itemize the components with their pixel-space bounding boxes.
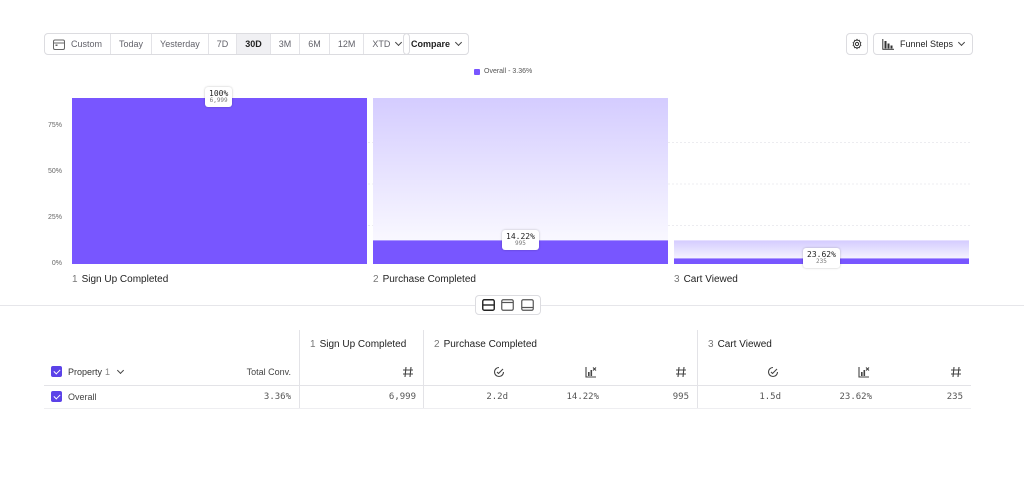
step-name: Sign Up Completed	[319, 339, 407, 350]
step-name: Purchase Completed	[382, 274, 476, 285]
compare-label: Compare	[410, 39, 450, 49]
date-range-30d[interactable]: 30D	[237, 34, 271, 54]
column-divider	[697, 330, 698, 408]
clock-check-icon	[767, 366, 779, 378]
date-range-xtd-label: XTD	[372, 39, 391, 49]
hash-icon	[951, 366, 961, 378]
bottom-panel-layout-icon	[520, 299, 534, 311]
step2-time: 2.2d	[486, 392, 508, 402]
total-conv-header: Total Conv.	[246, 367, 291, 377]
data-label-count: 6,999	[209, 97, 228, 105]
bar-chart-icon	[882, 38, 894, 50]
x-tick-label-step-1: 1 Sign Up Completed	[72, 274, 168, 285]
date-range-today[interactable]: Today	[111, 34, 153, 54]
chart-gridlines	[72, 142, 970, 226]
step-name: Cart Viewed	[683, 274, 738, 285]
funnel-steps-label: Funnel Steps	[899, 39, 954, 49]
step-number: 2	[434, 339, 440, 350]
conversion-icon	[858, 367, 870, 378]
data-label-step-3: 23.62% 235	[803, 248, 840, 269]
chevron-down-icon	[454, 38, 463, 47]
legend-label: Overall - 3.36%	[484, 68, 533, 75]
data-label-count: 995	[515, 240, 526, 248]
date-range-yesterday[interactable]: Yesterday	[152, 34, 209, 54]
chevron-down-icon	[116, 366, 125, 375]
data-label-count: 235	[816, 258, 827, 266]
property-dropdown[interactable]: Property 1	[68, 366, 125, 377]
chart-legend[interactable]: Overall - 3.36%	[474, 68, 532, 75]
table-header-step-3: 3 Cart Viewed	[708, 339, 772, 350]
total-conv-value: 3.36%	[263, 392, 291, 402]
step-number: 2	[373, 274, 379, 285]
step-number: 1	[72, 274, 78, 285]
date-range-selector: Custom Today Yesterday 7D 30D 3M 6M 12M …	[44, 33, 411, 55]
step-name: Purchase Completed	[443, 339, 537, 350]
funnel-bar	[72, 98, 367, 264]
step2-count: 995	[672, 392, 689, 402]
split-view-button[interactable]	[480, 297, 498, 313]
y-tick-label: 0%	[51, 260, 62, 267]
row-name: Overall	[68, 392, 97, 402]
chart-view-button[interactable]	[499, 297, 517, 313]
gear-icon	[852, 38, 862, 50]
date-range-custom[interactable]: Custom	[45, 34, 112, 54]
data-label-step-2: 14.22% 995	[502, 230, 539, 251]
chevron-down-icon	[957, 38, 966, 47]
calendar-icon	[53, 39, 65, 50]
date-range-12m[interactable]: 12M	[330, 34, 365, 54]
x-tick-label-step-2: 2 Purchase Completed	[373, 274, 476, 285]
top-panel-layout-icon	[501, 299, 515, 311]
table-header-step-2: 2 Purchase Completed	[434, 339, 537, 350]
step3-time: 1.5d	[759, 392, 781, 402]
select-all-checkbox[interactable]	[51, 366, 62, 377]
hash-icon	[403, 366, 413, 378]
y-tick-label: 25%	[47, 214, 62, 221]
step3-conv: 23.62%	[839, 392, 872, 402]
table-header-step-1: 1 Sign Up Completed	[310, 339, 406, 350]
row-divider	[44, 385, 971, 386]
split-layout-icon	[482, 299, 496, 311]
y-tick-label: 75%	[47, 122, 62, 129]
step-number: 1	[310, 339, 316, 350]
row-checkbox[interactable]	[51, 391, 62, 402]
compare-button[interactable]: Compare	[403, 33, 469, 55]
settings-button[interactable]	[846, 33, 868, 55]
property-label: Property	[68, 367, 103, 377]
date-range-custom-label: Custom	[71, 39, 103, 49]
date-range-6m[interactable]: 6M	[300, 34, 330, 54]
data-label-step-1: 100% 6,999	[205, 87, 233, 108]
row-divider	[44, 408, 971, 409]
step-number: 3	[708, 339, 714, 350]
date-range-7d[interactable]: 7D	[209, 34, 238, 54]
table-view-button[interactable]	[518, 297, 536, 313]
property-count: 1	[105, 367, 111, 377]
clock-check-icon	[493, 366, 505, 378]
funnel-steps-dropdown[interactable]: Funnel Steps	[873, 33, 973, 55]
step3-count: 235	[946, 392, 963, 402]
step1-count: 6,999	[388, 392, 416, 402]
column-divider	[299, 330, 300, 408]
chevron-down-icon	[395, 38, 403, 47]
step-name: Cart Viewed	[717, 339, 772, 350]
x-tick-label-step-3: 3 Cart Viewed	[674, 274, 738, 285]
step-number: 3	[674, 274, 680, 285]
y-tick-label: 50%	[47, 168, 62, 175]
step2-conv: 14.22%	[566, 392, 599, 402]
legend-swatch	[474, 68, 480, 75]
hash-icon	[676, 366, 686, 378]
step-name: Sign Up Completed	[81, 274, 169, 285]
date-range-3m[interactable]: 3M	[271, 34, 301, 54]
column-divider	[423, 330, 424, 408]
conversion-icon	[585, 367, 597, 378]
layout-toggle	[475, 295, 541, 315]
